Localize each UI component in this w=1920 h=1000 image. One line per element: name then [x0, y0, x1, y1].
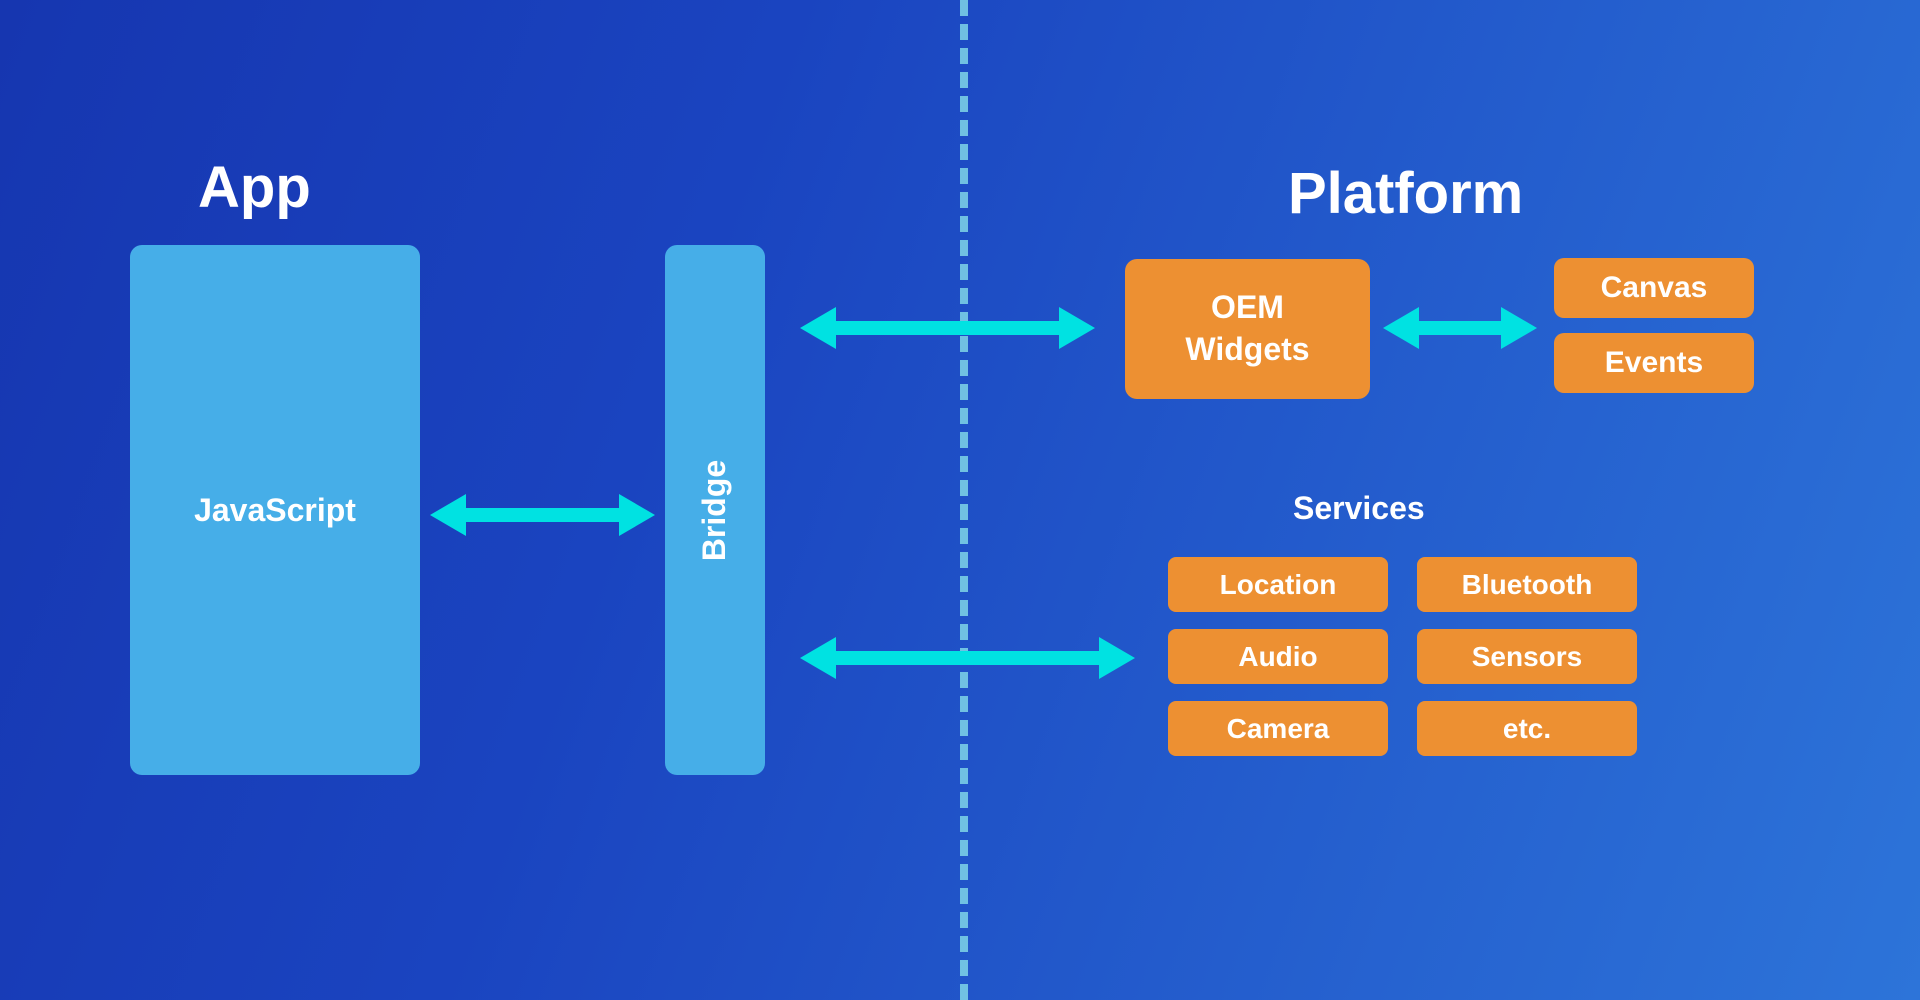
javascript-label: JavaScript — [194, 492, 356, 529]
service-camera: Camera — [1168, 701, 1388, 756]
service-camera-label: Camera — [1227, 713, 1330, 745]
services-heading: Services — [1293, 490, 1425, 527]
oem-widgets-box: OEM Widgets — [1125, 259, 1370, 399]
service-audio-label: Audio — [1238, 641, 1317, 673]
title-platform: Platform — [1288, 160, 1523, 227]
events-box: Events — [1554, 333, 1754, 393]
oem-widgets-label: OEM Widgets — [1185, 287, 1309, 370]
bridge-box: Bridge — [665, 245, 765, 775]
arrow-oem-canvas — [1383, 303, 1537, 353]
bridge-label: Bridge — [697, 459, 734, 560]
service-bluetooth-label: Bluetooth — [1462, 569, 1593, 601]
vertical-divider — [960, 0, 968, 1000]
canvas-label: Canvas — [1601, 271, 1708, 305]
service-bluetooth: Bluetooth — [1417, 557, 1637, 612]
canvas-box: Canvas — [1554, 258, 1754, 318]
arrow-js-bridge — [430, 490, 655, 540]
service-etc: etc. — [1417, 701, 1637, 756]
service-audio: Audio — [1168, 629, 1388, 684]
title-app: App — [198, 154, 311, 221]
service-sensors: Sensors — [1417, 629, 1637, 684]
javascript-box: JavaScript — [130, 245, 420, 775]
arrow-bridge-oem — [800, 303, 1095, 353]
service-location: Location — [1168, 557, 1388, 612]
events-label: Events — [1605, 346, 1703, 380]
service-location-label: Location — [1220, 569, 1337, 601]
service-sensors-label: Sensors — [1472, 641, 1583, 673]
service-etc-label: etc. — [1503, 713, 1551, 745]
arrow-bridge-services — [800, 633, 1135, 683]
